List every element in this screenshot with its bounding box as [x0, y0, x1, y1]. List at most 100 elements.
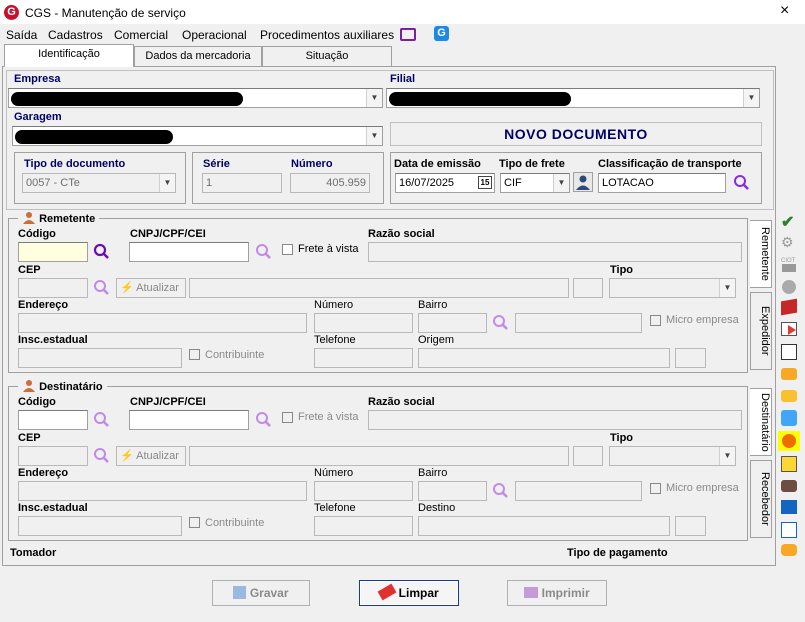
close-icon[interactable]: ×: [780, 3, 789, 19]
calendar-icon[interactable]: 15: [478, 176, 492, 189]
menu-procedimentos[interactable]: Procedimentos auxiliares: [260, 28, 394, 42]
remetente-endereco-field[interactable]: [18, 313, 307, 333]
remetente-bairro-desc-field[interactable]: [515, 313, 642, 333]
chevron-down-icon[interactable]: ▼: [553, 174, 569, 192]
tab-remetente[interactable]: Remetente: [750, 220, 772, 288]
highlight-person-icon[interactable]: [778, 431, 800, 451]
remetente-insc-field[interactable]: [18, 348, 182, 368]
gear-icon[interactable]: ⚙: [781, 234, 799, 250]
micro-empresa-checkbox[interactable]: [650, 483, 661, 494]
monitor-icon[interactable]: [400, 28, 416, 41]
remetente-bairro-field[interactable]: [418, 313, 487, 333]
chevron-down-icon[interactable]: ▼: [743, 89, 759, 107]
destinatario-cep-field[interactable]: [18, 446, 88, 466]
atualizar-button[interactable]: ⚡ Atualizar: [116, 278, 186, 298]
chevron-down-icon[interactable]: ▼: [159, 174, 175, 192]
frete-vista-checkbox[interactable]: [282, 244, 293, 255]
destinatario-bairro-desc-field[interactable]: [515, 481, 642, 501]
hand-point-icon[interactable]: [781, 368, 797, 380]
contribuinte-checkbox[interactable]: [189, 517, 200, 528]
destinatario-cep-desc-field[interactable]: [189, 446, 569, 466]
menu-saida[interactable]: Saída: [6, 28, 37, 42]
filial-select[interactable]: ▼: [386, 88, 760, 108]
destinatario-endereco-field[interactable]: [18, 481, 307, 501]
chevron-down-icon[interactable]: ▼: [719, 279, 735, 297]
remetente-tipo-select[interactable]: ▼: [609, 278, 736, 298]
empresa-select[interactable]: ▼: [8, 88, 383, 108]
remetente-razao-field[interactable]: [368, 242, 742, 262]
destinatario-tipo-select[interactable]: ▼: [609, 446, 736, 466]
garagem-select[interactable]: ▼: [12, 126, 383, 146]
menu-cadastros[interactable]: Cadastros: [48, 28, 103, 42]
doc-list-icon[interactable]: [781, 456, 797, 472]
tab-recebedor[interactable]: Recebedor: [750, 460, 772, 538]
remetente-codigo-input[interactable]: [18, 242, 88, 262]
destinatario-numero-field[interactable]: [314, 481, 413, 501]
remetente-cnpj-input[interactable]: [129, 242, 249, 262]
tab-destinatario[interactable]: Destinatário: [750, 388, 772, 456]
remetente-numero-field[interactable]: [314, 313, 413, 333]
handshake-icon[interactable]: [781, 544, 797, 556]
person-search-icon[interactable]: [573, 172, 593, 192]
search-icon[interactable]: [255, 411, 272, 431]
serie-field[interactable]: 1: [202, 173, 282, 193]
frete-vista-checkbox[interactable]: [282, 412, 293, 423]
micro-empresa-checkbox[interactable]: [650, 315, 661, 326]
tab-dados-mercadoria[interactable]: Dados da mercadoria: [134, 46, 262, 66]
destinatario-destino-uf-field[interactable]: [675, 516, 706, 536]
remetente-origem-field[interactable]: [418, 348, 670, 368]
destinatario-cnpj-input[interactable]: [129, 410, 249, 430]
g-app-icon[interactable]: G: [434, 26, 449, 41]
hand-money-icon[interactable]: [781, 480, 797, 492]
data-emissao-field[interactable]: 16/07/2025 15: [395, 173, 495, 193]
menu-operacional[interactable]: Operacional: [182, 28, 247, 42]
menu-comercial[interactable]: Comercial: [114, 28, 168, 42]
tab-identificacao[interactable]: Identificação: [4, 44, 134, 67]
destinatario-insc-field[interactable]: [18, 516, 182, 536]
search-icon[interactable]: [93, 447, 110, 467]
search-icon[interactable]: [492, 314, 509, 334]
search-icon[interactable]: [93, 243, 110, 263]
remetente-telefone-field[interactable]: [314, 348, 413, 368]
imprimir-button[interactable]: Imprimir: [507, 580, 607, 606]
tipo-documento-select[interactable]: 0057 - CTe ▼: [22, 173, 176, 193]
people-icon[interactable]: [781, 410, 797, 426]
circle-icon[interactable]: [782, 280, 796, 294]
chevron-down-icon[interactable]: ▼: [719, 447, 735, 465]
book-icon[interactable]: [781, 500, 797, 514]
destinatario-destino-field[interactable]: [418, 516, 670, 536]
destinatario-codigo-input[interactable]: [18, 410, 88, 430]
tab-situacao[interactable]: Situação: [262, 46, 392, 66]
remetente-cnpj-label: CNPJ/CPF/CEI: [130, 228, 206, 240]
destinatario-razao-field[interactable]: [368, 410, 742, 430]
numero-field[interactable]: 405.959: [290, 173, 370, 193]
copy-icon[interactable]: [781, 344, 797, 360]
hand-point-icon-2[interactable]: [781, 390, 797, 402]
remetente-uf-field[interactable]: [573, 278, 603, 298]
chevron-down-icon[interactable]: ▼: [366, 127, 382, 145]
gravar-button[interactable]: Gravar: [212, 580, 310, 606]
square-icon[interactable]: [782, 264, 796, 272]
destinatario-uf-field[interactable]: [573, 446, 603, 466]
remetente-cep-desc-field[interactable]: [189, 278, 569, 298]
remetente-origem-uf-field[interactable]: [675, 348, 706, 368]
chevron-down-icon[interactable]: ▼: [366, 89, 382, 107]
tipo-frete-select[interactable]: CIF ▼: [500, 173, 570, 193]
remetente-cep-field[interactable]: [18, 278, 88, 298]
truck-icon[interactable]: [781, 298, 797, 316]
atualizar-button[interactable]: ⚡ Atualizar: [116, 446, 186, 466]
arrow-doc-icon[interactable]: [781, 322, 797, 336]
classificacao-field[interactable]: LOTACAO: [598, 173, 726, 193]
search-icon[interactable]: [93, 279, 110, 299]
search-icon[interactable]: [255, 243, 272, 263]
search-icon[interactable]: [733, 174, 750, 194]
tab-expedidor[interactable]: Expedidor: [750, 292, 772, 370]
limpar-button[interactable]: Limpar: [359, 580, 459, 606]
destinatario-telefone-field[interactable]: [314, 516, 413, 536]
contribuinte-checkbox[interactable]: [189, 349, 200, 360]
search-icon[interactable]: [492, 482, 509, 502]
destinatario-bairro-field[interactable]: [418, 481, 487, 501]
check-icon[interactable]: ✔: [781, 212, 799, 231]
search-icon[interactable]: [93, 411, 110, 431]
docs-icon[interactable]: [781, 522, 797, 538]
